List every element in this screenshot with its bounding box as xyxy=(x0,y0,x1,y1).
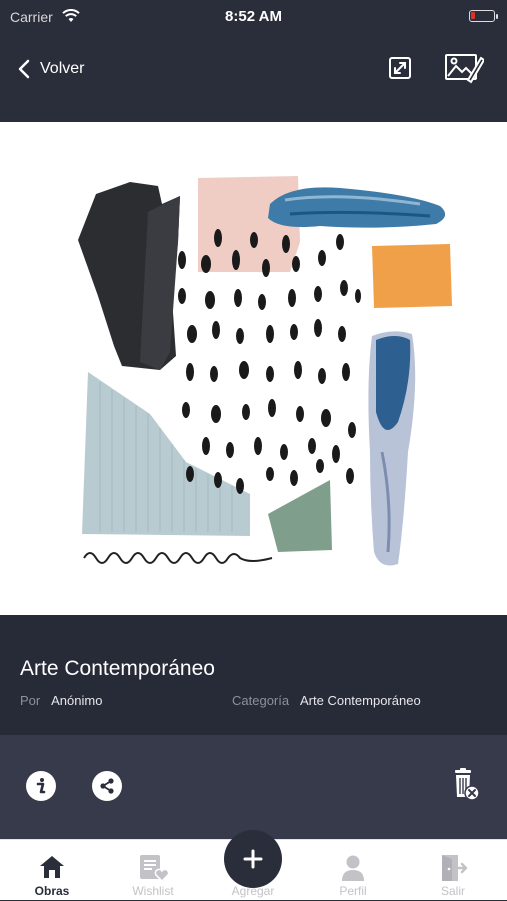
delete-button[interactable] xyxy=(450,767,482,808)
tab-label: Obras xyxy=(34,884,70,898)
tab-perfil[interactable]: Perfil xyxy=(308,840,398,901)
edit-image-button[interactable] xyxy=(444,52,486,89)
tab-bar: Obras Wishlist Agregar Perfil Salir xyxy=(0,830,507,901)
category-label: Categoría xyxy=(232,693,290,708)
fullscreen-button[interactable] xyxy=(388,56,412,85)
info-icon xyxy=(36,778,46,794)
expand-icon xyxy=(389,57,411,79)
status-bar: Carrier 8:52 AM xyxy=(0,0,507,34)
share-icon xyxy=(100,778,114,794)
tab-label: Wishlist xyxy=(132,884,174,898)
author-label: Por xyxy=(20,693,41,708)
author-value: Anónimo xyxy=(51,693,103,708)
back-button[interactable]: Volver xyxy=(18,56,84,82)
user-icon xyxy=(308,854,398,882)
plus-icon xyxy=(243,849,263,869)
share-button[interactable] xyxy=(92,771,122,801)
nav-bar: Volver xyxy=(0,34,507,122)
chevron-left-icon xyxy=(18,59,30,79)
category-row: Categoría Arte Contemporáneo xyxy=(232,693,421,708)
artwork-info-panel: Arte Contemporáneo Por Anónimo Categoría… xyxy=(0,615,507,735)
back-label: Volver xyxy=(40,60,85,77)
tab-salir[interactable]: Salir xyxy=(408,840,498,901)
artwork-image[interactable] xyxy=(0,122,507,615)
tab-wishlist[interactable]: Wishlist xyxy=(108,840,198,901)
tab-label: Salir xyxy=(440,884,465,898)
tab-label: Perfil xyxy=(339,884,367,898)
trash-remove-icon xyxy=(455,768,480,801)
clock: 8:52 AM xyxy=(225,8,282,25)
author-row: Por Anónimo xyxy=(20,693,102,708)
info-button[interactable] xyxy=(26,771,56,801)
category-value: Arte Contemporáneo xyxy=(300,693,421,708)
battery-icon xyxy=(469,10,498,22)
exit-icon xyxy=(408,854,498,882)
action-bar xyxy=(0,735,507,839)
artwork-title: Arte Contemporáneo xyxy=(20,657,215,680)
add-button[interactable] xyxy=(224,830,282,888)
tab-obras[interactable]: Obras xyxy=(7,840,97,901)
home-icon xyxy=(7,854,97,882)
wishlist-icon xyxy=(108,854,198,882)
image-edit-icon xyxy=(445,54,486,84)
